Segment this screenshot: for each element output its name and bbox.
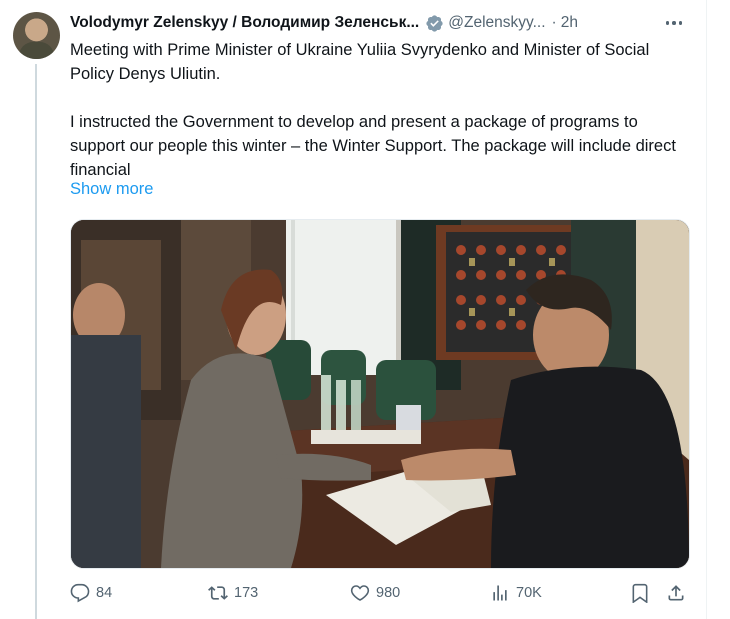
repost-button[interactable]: 173 — [208, 580, 258, 606]
reply-count: 84 — [96, 585, 113, 601]
tweet-paragraph-2: I instructed the Government to develop a… — [70, 113, 676, 179]
tweet-card[interactable]: Volodymyr Zelenskyy / Володимир Зеленськ… — [0, 0, 730, 619]
tweet-photo[interactable] — [70, 219, 690, 569]
verified-badge-icon — [426, 14, 443, 32]
separator-dot: · — [551, 14, 557, 31]
author-handle[interactable]: @Zelenskyy... — [448, 14, 545, 32]
thread-line — [35, 64, 37, 619]
bookmark-icon — [632, 583, 648, 603]
tweet-text: Meeting with Prime Minister of Ukraine Y… — [70, 38, 695, 182]
share-button[interactable] — [666, 580, 692, 606]
views-icon — [493, 585, 507, 601]
meeting-photo-illustration — [71, 220, 689, 568]
column-border — [706, 0, 707, 619]
tweet-header: Volodymyr Zelenskyy / Володимир Зеленськ… — [70, 12, 690, 34]
author-name[interactable]: Volodymyr Zelenskyy / Володимир Зеленськ… — [70, 14, 419, 32]
more-icon[interactable] — [662, 14, 686, 32]
repost-icon — [208, 586, 228, 600]
avatar[interactable] — [13, 12, 60, 59]
timestamp[interactable]: 2h — [561, 14, 578, 32]
views-button[interactable]: 70K — [490, 580, 542, 606]
like-icon — [350, 585, 370, 601]
views-count: 70K — [516, 585, 542, 601]
repost-count: 173 — [234, 585, 259, 601]
reply-button[interactable]: 84 — [70, 580, 112, 606]
tweet-paragraph-1: Meeting with Prime Minister of Ukraine Y… — [70, 41, 650, 83]
like-button[interactable]: 980 — [350, 580, 400, 606]
like-count: 980 — [376, 585, 401, 601]
bookmark-button[interactable] — [630, 580, 656, 606]
tweet-actions: 84 173 980 70K — [70, 580, 690, 606]
share-icon — [668, 585, 684, 601]
show-more-link[interactable]: Show more — [70, 180, 153, 199]
reply-icon — [70, 583, 90, 603]
